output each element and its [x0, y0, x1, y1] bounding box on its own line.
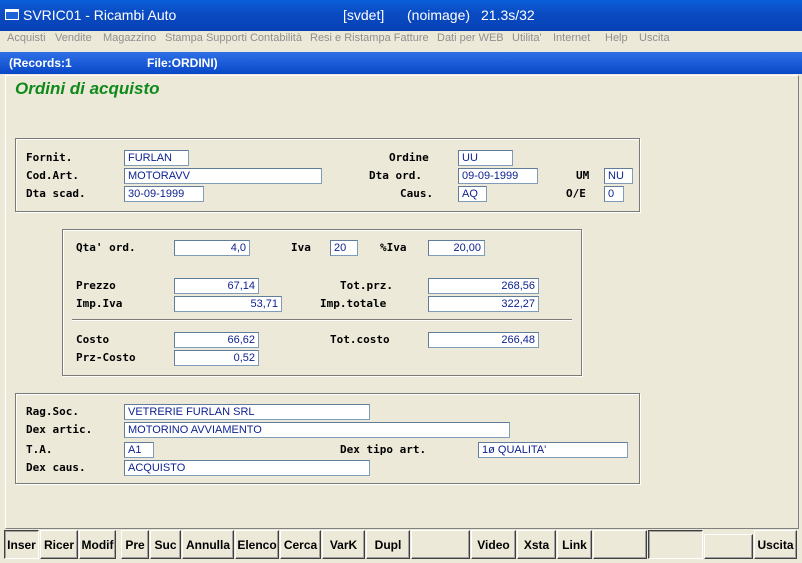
- link-button[interactable]: Link: [557, 530, 592, 559]
- record-header: (Records:1 File:ORDINI): [0, 52, 802, 74]
- elenco-button[interactable]: Elenco: [235, 530, 279, 559]
- menu-magazzino[interactable]: Magazzino: [103, 32, 156, 44]
- costo-field[interactable]: 66,62: [174, 332, 259, 348]
- menu-vendite[interactable]: Vendite: [55, 32, 92, 44]
- application-window: SVRIC01 - Ricambi Auto [svdet] (noimage)…: [0, 0, 802, 563]
- imptot-label: Imp.totale: [320, 297, 387, 310]
- oe-label: O/E: [566, 187, 586, 200]
- uscita-button[interactable]: Uscita: [754, 530, 797, 559]
- form-title: Ordini di acquisto: [15, 79, 160, 98]
- caus-field[interactable]: AQ: [458, 186, 487, 202]
- qta-field[interactable]: 4,0: [174, 240, 250, 256]
- ordine-field[interactable]: UU: [458, 150, 513, 166]
- module-name: [svdet]: [343, 7, 385, 23]
- menu-bar: Acquisti Vendite Magazzino Stampa Suppor…: [0, 31, 802, 48]
- vark-button[interactable]: VarK: [322, 530, 365, 559]
- title-bar[interactable]: SVRIC01 - Ricambi Auto [svdet] (noimage)…: [0, 0, 802, 31]
- dtascad-field[interactable]: 30-09-1999: [124, 186, 204, 202]
- blank-button-3: [648, 530, 703, 559]
- totprz-field[interactable]: 268,56: [428, 278, 539, 294]
- menu-help[interactable]: Help: [605, 32, 628, 44]
- dextipo-field[interactable]: 1ø QUALITA': [478, 442, 628, 458]
- dtaord-field[interactable]: 09-09-1999: [458, 168, 538, 184]
- dupl-button[interactable]: Dupl: [366, 530, 410, 559]
- costo-label: Costo: [76, 333, 110, 346]
- piva-label: %Iva: [380, 241, 407, 254]
- piva-field[interactable]: 20,00: [428, 240, 485, 256]
- video-button[interactable]: Video: [471, 530, 516, 559]
- image-state: (noimage): [407, 7, 471, 23]
- window-title: SVRIC01 - Ricambi Auto: [23, 7, 177, 23]
- ragsoc-field[interactable]: VETRERIE FURLAN SRL: [124, 404, 370, 420]
- suc-button[interactable]: Suc: [150, 530, 181, 559]
- dtaord-label: Dta ord.: [369, 169, 422, 182]
- blank-button-2: [593, 530, 647, 559]
- imptot-field[interactable]: 322,27: [428, 296, 539, 312]
- menu-acquisti[interactable]: Acquisti: [7, 32, 46, 44]
- menu-internet[interactable]: Internet: [553, 32, 590, 44]
- records-count: (Records:1: [9, 56, 72, 70]
- annulla-button[interactable]: Annulla: [182, 530, 234, 559]
- iva-field[interactable]: 20: [330, 240, 358, 256]
- ricer-button[interactable]: Ricer: [40, 530, 78, 559]
- dexcaus-field[interactable]: ACQUISTO: [124, 460, 370, 476]
- blank-button-4: [704, 534, 753, 559]
- dtascad-label: Dta scad.: [26, 187, 86, 200]
- ordine-label: Ordine: [389, 151, 429, 164]
- button-bar: Inser Ricer Modif Pre Suc Annulla Elenco…: [0, 530, 802, 563]
- qta-label: Qta' ord.: [76, 241, 136, 254]
- blank-button-1: [411, 530, 470, 559]
- oe-field[interactable]: 0: [604, 186, 624, 202]
- pre-button[interactable]: Pre: [121, 530, 149, 559]
- caus-label: Caus.: [400, 187, 434, 200]
- dexartic-field[interactable]: MOTORINO AVVIAMENTO: [124, 422, 510, 438]
- menu-uscita[interactable]: Uscita: [639, 32, 670, 44]
- file-name: File:ORDINI): [147, 56, 218, 70]
- um-label: UM: [576, 169, 590, 182]
- fornit-label: Fornit.: [26, 151, 73, 164]
- amounts-divider: [72, 319, 572, 321]
- ta-label: T.A.: [26, 443, 53, 456]
- fornit-field[interactable]: FURLAN: [124, 150, 189, 166]
- prezzo-field[interactable]: 67,14: [174, 278, 259, 294]
- iva-label: Iva: [291, 241, 311, 254]
- menu-stampa-supporti[interactable]: Stampa Supporti Contabilità: [165, 32, 302, 44]
- dexartic-label: Dex artic.: [26, 423, 93, 436]
- totprz-label: Tot.prz.: [340, 279, 393, 292]
- window-icon[interactable]: [5, 9, 19, 20]
- dextipo-label: Dex tipo art.: [340, 443, 427, 456]
- impiva-label: Imp.Iva: [76, 297, 123, 310]
- version-label: 21.3s/32: [481, 7, 535, 23]
- totcosto-field[interactable]: 266,48: [428, 332, 539, 348]
- order-panel: [15, 138, 640, 212]
- xsta-button[interactable]: Xsta: [517, 530, 556, 559]
- ta-field[interactable]: A1: [124, 442, 154, 458]
- codart-label: Cod.Art.: [26, 169, 79, 182]
- impiva-field[interactable]: 53,71: [174, 296, 282, 312]
- menu-dati-web[interactable]: Dati per WEB: [437, 32, 504, 44]
- modif-button[interactable]: Modif: [79, 530, 116, 559]
- codart-field[interactable]: MOTORAVV: [124, 168, 322, 184]
- menu-utilita[interactable]: Utilita': [512, 32, 542, 44]
- um-field[interactable]: NU: [604, 168, 633, 184]
- prezzo-label: Prezzo: [76, 279, 116, 292]
- inser-button[interactable]: Inser: [4, 530, 39, 559]
- menu-resi-ristampa[interactable]: Resi e Ristampa Fatture: [310, 32, 429, 44]
- totcosto-label: Tot.costo: [330, 333, 390, 346]
- cerca-button[interactable]: Cerca: [280, 530, 321, 559]
- ragsoc-label: Rag.Soc.: [26, 405, 79, 418]
- przcosto-field[interactable]: 0,52: [174, 350, 259, 366]
- dexcaus-label: Dex caus.: [26, 461, 86, 474]
- przcosto-label: Prz-Costo: [76, 351, 136, 364]
